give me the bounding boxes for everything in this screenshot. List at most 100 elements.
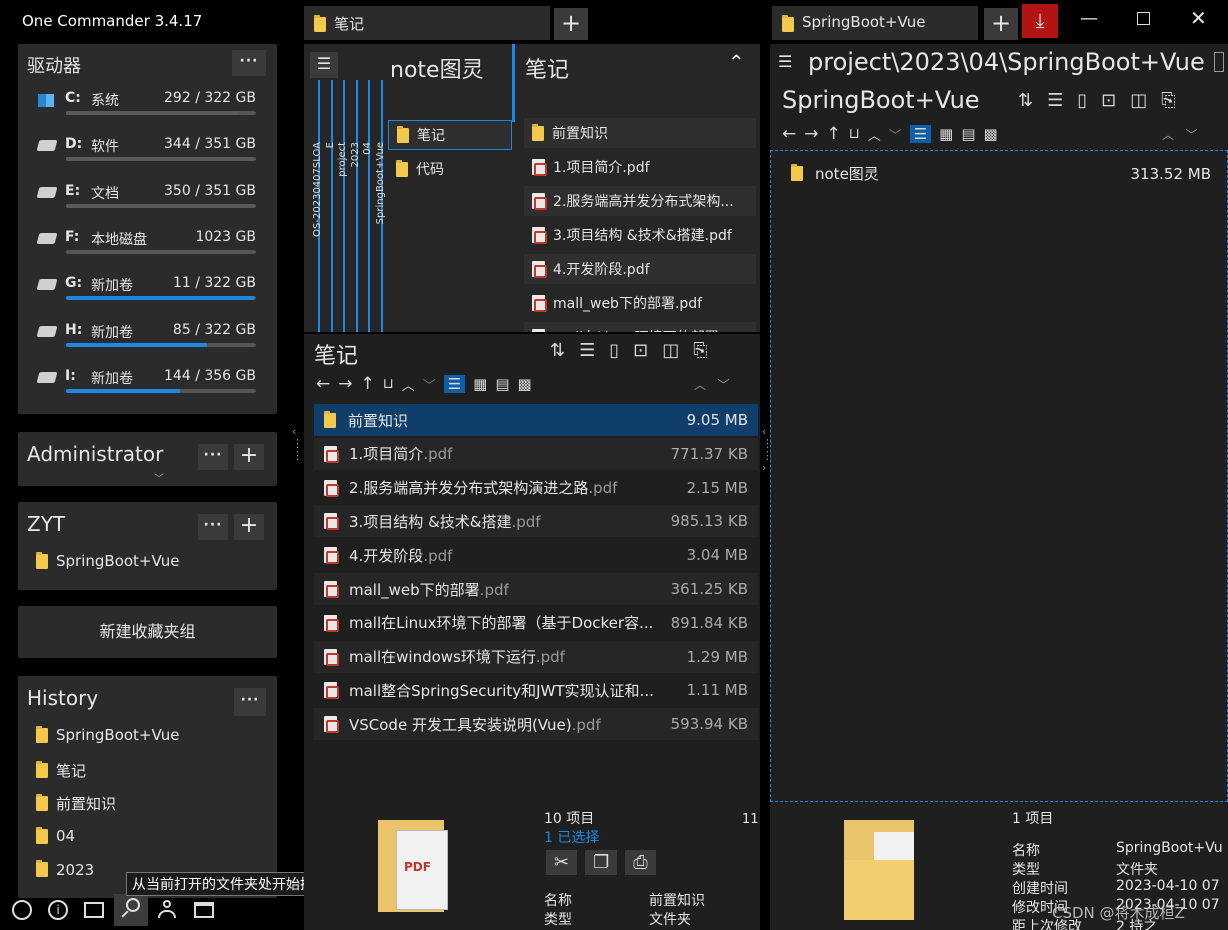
settings-icon[interactable] [12, 900, 32, 920]
new-folder-icon[interactable]: ⊡ [633, 340, 648, 361]
file-row[interactable]: 4.开发阶段.pdf 3.04 MB [314, 539, 758, 571]
right-scrollbar-icon[interactable] [1214, 52, 1224, 72]
middle-scroll-arrows[interactable]: ︿ ﹀ [694, 376, 729, 393]
middle-tab[interactable]: 笔记 [304, 6, 550, 40]
file-row[interactable]: mall整合SpringSecurity和JWT实现认证和... 1.11 MB [314, 674, 758, 706]
drive-item[interactable]: E: 文档 350 / 351 GB [36, 181, 256, 215]
breadcrumb-segment[interactable]: E [325, 142, 336, 148]
maximize-button[interactable] [1137, 12, 1150, 25]
admin-expand-chevron-icon[interactable]: ﹀ [154, 470, 164, 485]
column2-item[interactable]: mall在Linux环境下的部署 [524, 322, 756, 332]
breadcrumb-segment[interactable]: project [337, 142, 348, 177]
right-file-row[interactable]: note图灵 313.52 MB [791, 163, 1211, 184]
chevron-up-icon[interactable]: ︿ [868, 125, 881, 144]
info-icon[interactable]: i [48, 900, 68, 920]
admin-group-title[interactable]: Administrator [27, 442, 163, 466]
search-icon[interactable] [114, 894, 148, 926]
history-item[interactable]: 2023 [36, 860, 94, 879]
zyt-more-button[interactable]: ··· [198, 514, 228, 540]
drive-item[interactable]: H: 新加卷 85 / 322 GB [36, 320, 256, 354]
history-item[interactable]: 04 [36, 826, 75, 845]
view-list-icon[interactable]: ▦ [939, 125, 953, 143]
new-group-button[interactable]: 新建收藏夹组 [18, 606, 277, 658]
column2-item[interactable]: 4.开发阶段.pdf [524, 254, 756, 284]
chevron-down-icon[interactable]: ﹀ [889, 125, 902, 144]
column2-item[interactable]: 前置知识 [524, 118, 756, 148]
view-details-icon[interactable]: ☰ [909, 125, 932, 143]
file-row[interactable]: 3.项目结构 &技术&搭建.pdf 985.13 KB [314, 505, 758, 538]
open-folder-icon[interactable]: ⊔ [383, 376, 394, 392]
history-item[interactable]: 前置知识 [36, 793, 116, 814]
file-row[interactable]: mall_web下的部署.pdf 361.25 KB [314, 573, 758, 605]
back-arrow-icon[interactable]: ← [782, 124, 796, 144]
drive-item[interactable]: I: 新加卷 144 / 356 GB [36, 366, 256, 400]
panel-layout-icon[interactable] [84, 902, 104, 918]
history-item[interactable]: 笔记 [36, 760, 86, 781]
file-row[interactable]: 1.项目简介.pdf 771.37 KB [314, 437, 758, 470]
copy-icon[interactable]: ❐ [585, 850, 618, 875]
view-details-icon[interactable]: ☰ [443, 375, 466, 393]
rename-icon[interactable]: ◫ [1130, 90, 1147, 111]
rename-icon[interactable]: ◫ [662, 340, 679, 361]
drives-more-button[interactable]: ··· [232, 50, 266, 76]
drive-item[interactable]: F: 本地磁盘 1023 GB [36, 227, 256, 261]
view-grid-icon[interactable]: ▩ [518, 375, 532, 393]
back-arrow-icon[interactable]: ← [316, 374, 330, 394]
column2-collapse-chevron-icon[interactable]: ⌃ [728, 50, 745, 74]
cut-icon[interactable]: ✂ [546, 850, 578, 875]
right-file-area[interactable]: note图灵 313.52 MB [770, 150, 1228, 802]
file-row[interactable]: VSCode 开发工具安装说明(Vue).pdf 593.94 KB [314, 708, 758, 741]
forward-arrow-icon[interactable]: → [338, 374, 352, 394]
right-scroll-arrows[interactable]: ︿ ﹀ [1162, 126, 1197, 143]
new-folder-icon[interactable]: ⊡ [1101, 90, 1116, 111]
column2-item[interactable]: mall_web下的部署.pdf [524, 288, 756, 318]
right-tab[interactable]: SpringBoot+Vue [772, 6, 978, 40]
window-icon[interactable] [194, 902, 214, 918]
clipboard-icon[interactable]: ⎘ [1161, 90, 1175, 111]
breadcrumb-segment[interactable]: 04 [362, 142, 373, 155]
minimize-button[interactable]: — [1080, 8, 1098, 29]
breadcrumb-segment[interactable]: SpringBoot+Vue [375, 142, 386, 224]
up-arrow-icon[interactable]: ↑ [827, 124, 841, 144]
file-row[interactable]: mall在windows环境下运行.pdf 1.29 MB [314, 640, 758, 673]
breadcrumb-segment[interactable]: OS-20230407SLOA [312, 142, 323, 237]
open-folder-icon[interactable]: ⊔ [849, 126, 860, 142]
history-more-button[interactable]: ··· [234, 688, 266, 716]
chevron-down-icon[interactable]: ﹀ [423, 375, 436, 394]
user-icon[interactable] [158, 900, 176, 920]
properties-icon[interactable]: ⎙ [625, 850, 656, 875]
column1-item[interactable]: 代码 [388, 154, 512, 184]
right-menu-icon[interactable]: ☰ [778, 52, 792, 71]
new-file-icon[interactable]: ▯ [1077, 90, 1087, 111]
column2-item[interactable]: 3.项目结构 &技术&搭建.pdf [524, 220, 756, 250]
history-item[interactable]: SpringBoot+Vue [36, 725, 179, 744]
column2-item[interactable]: 1.项目简介.pdf [524, 152, 756, 182]
details-list-icon[interactable]: ☰ [579, 340, 595, 361]
column-menu-icon[interactable]: ☰ [310, 52, 338, 78]
breadcrumb-segment[interactable]: 2023 [350, 142, 361, 167]
file-row[interactable]: 2.服务端高并发分布式架构演进之路.pdf 2.15 MB [314, 472, 758, 504]
forward-arrow-icon[interactable]: → [804, 124, 818, 144]
view-list-icon[interactable]: ▦ [473, 375, 487, 393]
close-button[interactable]: ✕ [1190, 6, 1207, 30]
drive-item[interactable]: C: 系统 292 / 322 GB [38, 88, 256, 122]
left-splitter-handle[interactable]: ‹ ⋮ ⋮ [292, 426, 303, 462]
drive-item[interactable]: D: 软件 344 / 351 GB [36, 134, 256, 168]
sort-icon[interactable]: ⇅ [1018, 90, 1033, 111]
chevron-up-icon[interactable]: ︿ [402, 375, 415, 394]
admin-more-button[interactable]: ··· [198, 444, 228, 470]
right-path-breadcrumb[interactable]: project\2023\04\SpringBoot+Vue [808, 48, 1205, 76]
zyt-group-title[interactable]: ZYT [27, 512, 65, 536]
view-grid-icon[interactable]: ▩ [984, 125, 998, 143]
up-arrow-icon[interactable]: ↑ [361, 374, 375, 394]
admin-add-button[interactable]: + [234, 444, 264, 470]
view-tiles-icon[interactable]: ▤ [495, 375, 509, 393]
column2-item[interactable]: 2.服务端高并发分布式架构... [524, 186, 756, 216]
add-tab-button[interactable]: + [554, 8, 588, 40]
view-tiles-icon[interactable]: ▤ [961, 125, 975, 143]
new-file-icon[interactable]: ▯ [609, 340, 619, 361]
file-row[interactable]: 前置知识 9.05 MB [314, 404, 758, 436]
sort-icon[interactable]: ⇅ [550, 340, 565, 361]
clipboard-icon[interactable]: ⎘ [693, 340, 707, 361]
column1-item[interactable]: 笔记 [388, 120, 512, 150]
